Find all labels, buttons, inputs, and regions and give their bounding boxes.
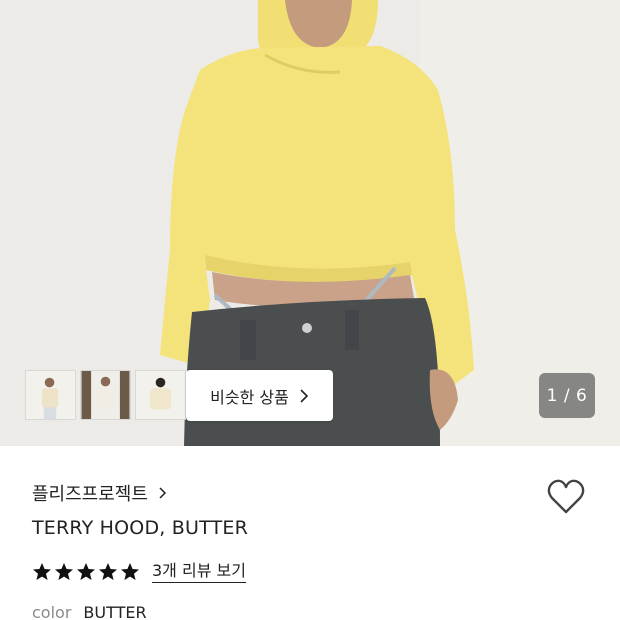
- similar-products-button[interactable]: 비슷한 상품: [186, 370, 333, 421]
- star-filled-icon: [55, 563, 73, 580]
- color-option-row: color BUTTER: [32, 603, 147, 620]
- product-image-gallery[interactable]: 비슷한 상품 1 / 6: [0, 0, 620, 446]
- color-option-label: color: [32, 603, 72, 620]
- thumbnail-1[interactable]: [25, 370, 76, 420]
- brand-name: 플리즈프로젝트: [32, 484, 148, 505]
- similar-products-label: 비슷한 상품: [210, 387, 289, 407]
- pager-text: 1 / 6: [546, 385, 588, 406]
- thumbnail-strip: [25, 370, 186, 420]
- view-reviews-link[interactable]: 3개 리뷰 보기: [152, 561, 246, 583]
- star-filled-icon: [77, 563, 95, 580]
- rating-stars: [32, 562, 140, 582]
- chevron-right-icon: [159, 487, 166, 499]
- thumbnail-3[interactable]: [135, 370, 186, 420]
- star-filled-icon: [33, 563, 51, 580]
- color-option-value: BUTTER: [83, 603, 147, 620]
- star-filled-icon: [121, 563, 139, 580]
- heart-outline-icon[interactable]: [546, 478, 586, 516]
- chevron-right-icon: [300, 388, 308, 403]
- thumbnail-2[interactable]: [80, 370, 131, 420]
- image-pager: 1 / 6: [539, 373, 595, 418]
- star-filled-icon: [99, 563, 117, 580]
- rating-row: 3개 리뷰 보기: [32, 561, 246, 583]
- product-title: TERRY HOOD, BUTTER: [32, 517, 248, 539]
- brand-link[interactable]: 플리즈프로젝트: [32, 480, 167, 506]
